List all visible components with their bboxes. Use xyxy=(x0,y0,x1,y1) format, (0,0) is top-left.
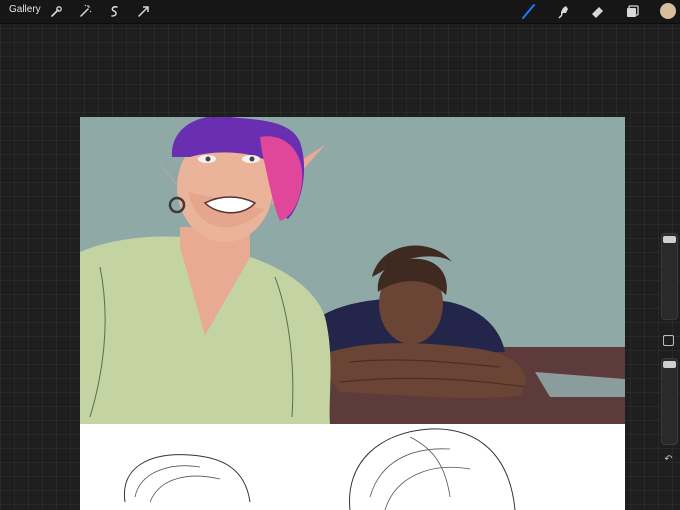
sketch-area xyxy=(80,424,625,510)
gallery-button[interactable]: Gallery xyxy=(9,4,41,15)
selection-s-icon[interactable] xyxy=(106,3,123,20)
layers-icon[interactable] xyxy=(624,3,641,20)
brush-size-slider[interactable] xyxy=(661,233,678,320)
smudge-icon[interactable] xyxy=(555,3,572,20)
side-slider-panel: ↶ xyxy=(660,233,680,488)
top-toolbar: Gallery xyxy=(0,0,680,24)
square-icon[interactable] xyxy=(663,335,674,346)
brush-icon[interactable] xyxy=(520,3,537,20)
eraser-icon[interactable] xyxy=(589,3,606,20)
wrench-icon[interactable] xyxy=(48,3,65,20)
brush-size-thumb[interactable] xyxy=(663,236,676,243)
brush-opacity-slider[interactable] xyxy=(661,358,678,445)
color-swatch-button[interactable] xyxy=(660,3,676,19)
transform-arrow-icon[interactable] xyxy=(135,3,152,20)
artwork xyxy=(80,117,625,510)
undo-arrow-icon[interactable]: ↶ xyxy=(662,453,675,466)
magic-wand-icon[interactable] xyxy=(77,3,94,20)
brush-opacity-thumb[interactable] xyxy=(663,361,676,368)
drawing-canvas[interactable] xyxy=(80,117,625,510)
